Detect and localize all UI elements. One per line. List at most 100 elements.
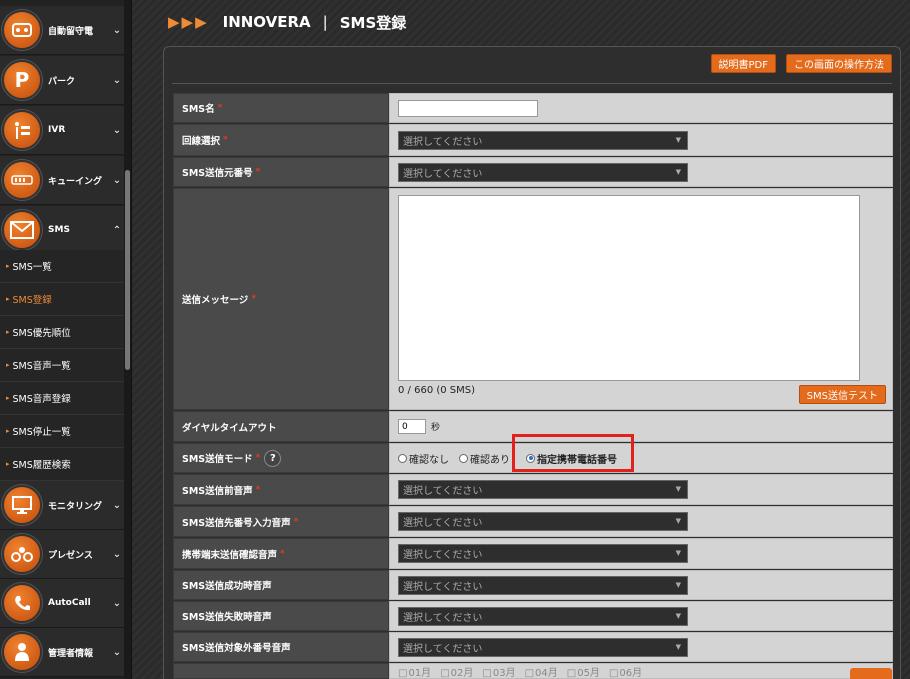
radio-confirm[interactable]: 確認あり [459, 451, 510, 466]
field-label: 回線選択 * [173, 124, 389, 156]
sidebar-item-sms-list[interactable]: ▸ SMS一覧 [0, 250, 124, 283]
field-label: SMS送信先番号入力音声 * [173, 506, 389, 537]
fail-voice-select[interactable]: 選択してください ▼ [398, 606, 688, 626]
chevron-down-icon: ⌄ [112, 646, 122, 658]
field-value: 0 / 660 (0 SMS) SMS送信テスト [389, 188, 893, 410]
dest-voice-select[interactable]: 選択してください ▼ [398, 512, 688, 531]
row-pre-voice: SMS送信前音声 * 選択してください ▼ [173, 474, 893, 505]
sub-label: SMS一覧 [12, 262, 52, 273]
chevron-down-icon: ⌄ [112, 597, 122, 609]
month-checkbox[interactable]: 06月 [609, 664, 642, 679]
sec-unit: 秒 [431, 423, 441, 433]
sub-label: SMS音声登録 [12, 394, 71, 405]
sidebar-item-sms-priority[interactable]: ▸ SMS優先順位 [0, 316, 124, 349]
arrow-icon: ▸ [6, 427, 10, 435]
row-outside-voice: SMS送信対象外番号音声 選択してください ▼ [173, 632, 893, 662]
menu-autocall[interactable]: AutoCall ⌄ [0, 579, 124, 628]
parking-icon: P [2, 60, 42, 100]
menu-sms[interactable]: SMS ⌃ [0, 206, 124, 255]
field-value: 01月 02月 03月 04月 05月 06月 [389, 663, 893, 679]
sidebar-scrollbar[interactable] [124, 0, 131, 679]
sub-label: SMS履歴検索 [12, 460, 71, 471]
sidebar-item-sms-voice-register[interactable]: ▸ SMS音声登録 [0, 382, 124, 415]
field-label [173, 663, 389, 679]
sender-select[interactable]: 選択してください ▼ [398, 162, 688, 182]
menu-label: キューイング [48, 176, 103, 187]
message-textarea[interactable] [398, 195, 860, 381]
help-icon[interactable]: ? [264, 449, 282, 467]
chevron-down-icon: ⌄ [112, 174, 122, 186]
chevron-down-icon: ⌄ [112, 548, 122, 560]
menu-ivr[interactable]: IVR ⌄ [0, 106, 124, 155]
month-checkbox[interactable]: 03月 [482, 664, 516, 679]
arrow-icon: ▸ [6, 460, 10, 468]
field-value: 選択してください ▼ [389, 506, 893, 537]
confirm-voice-select[interactable]: 選択してください ▼ [398, 544, 688, 563]
month-checkbox[interactable]: 01月 [398, 664, 431, 679]
queue-icon [2, 160, 42, 200]
sub-label: SMS停止一覧 [12, 427, 71, 438]
field-label: 携帯端末送信確認音声 * [173, 538, 389, 569]
howto-button[interactable]: この画面の操作方法 [786, 54, 892, 73]
field-label: SMS送信対象外番号音声 [173, 632, 389, 662]
sidebar-item-sms-stop-list[interactable]: ▸ SMS停止一覧 [0, 415, 124, 448]
sub-label: SMS優先順位 [12, 328, 71, 339]
manual-pdf-button[interactable]: 説明書PDF [710, 54, 776, 73]
arrow-icon: ▸ [6, 394, 10, 402]
menu-label: プレゼンス [48, 550, 93, 561]
line-select[interactable]: 選択してください ▼ [398, 130, 688, 150]
chevron-down-icon: ⌄ [112, 499, 122, 511]
divider [172, 83, 892, 84]
month-checkbox[interactable]: 02月 [440, 664, 474, 679]
field-value: 選択してください ▼ [389, 474, 893, 505]
menu-admin[interactable]: 管理者情報 ⌄ [0, 628, 124, 677]
field-value: 選択してください ▼ [389, 538, 893, 569]
ivr-icon [2, 110, 42, 150]
field-label: SMS送信元番号 * [173, 157, 389, 187]
field-value: 選択してください ▼ [389, 570, 893, 600]
menu-label: IVR [48, 125, 66, 135]
voicemail-icon [2, 10, 42, 50]
menu-label: モニタリング [48, 501, 103, 512]
arrow-icon: ▸ [6, 262, 10, 270]
field-label: 送信メッセージ * [173, 188, 389, 410]
chevron-down-icon: ⌄ [112, 124, 122, 136]
sidebar-item-sms-register[interactable]: ▸ SMS登録 [0, 283, 124, 316]
row-dest-voice: SMS送信先番号入力音声 * 選択してください ▼ [173, 506, 893, 537]
success-voice-select[interactable]: 選択してください ▼ [398, 575, 688, 595]
row-months: 01月 02月 03月 04月 05月 06月 [173, 663, 893, 679]
field-value: 選択してください ▼ [389, 157, 893, 187]
presence-icon [2, 534, 42, 574]
sidebar-item-sms-voice-list[interactable]: ▸ SMS音声一覧 [0, 349, 124, 382]
header-separator: | [322, 13, 328, 31]
menu-label: SMS [48, 225, 70, 235]
menu-presence[interactable]: プレゼンス ⌄ [0, 530, 124, 579]
field-value [389, 93, 893, 123]
floating-button[interactable] [850, 668, 892, 679]
row-confirm-voice: 携帯端末送信確認音声 * 選択してください ▼ [173, 538, 893, 569]
menu-monitoring[interactable]: モニタリング ⌄ [0, 481, 124, 530]
triangles-icon: ▶▶▶ [168, 13, 209, 31]
sms-name-input[interactable] [398, 99, 538, 117]
field-value: 0 秒 [389, 411, 893, 442]
field-label: ダイヤルタイムアウト [173, 411, 389, 442]
menu-queue[interactable]: キューイング ⌄ [0, 156, 124, 205]
scrollbar-thumb[interactable] [125, 170, 130, 370]
outside-voice-select[interactable]: 選択してください ▼ [398, 637, 688, 657]
menu-voicemail[interactable]: 自動留守電 ⌄ [0, 6, 124, 55]
chevron-down-icon: ⌄ [112, 24, 122, 36]
radio-no-confirm[interactable]: 確認なし [398, 451, 449, 466]
field-label: SMS送信前音声 * [173, 474, 389, 505]
char-counter: 0 / 660 (0 SMS) [398, 385, 476, 396]
menu-park[interactable]: P パーク ⌄ [0, 56, 124, 105]
highlight-box [512, 434, 634, 472]
field-label: SMS送信モード *? [173, 443, 389, 473]
sub-label: SMS登録 [12, 295, 52, 306]
month-checkbox[interactable]: 04月 [525, 664, 558, 679]
dial-timeout-input[interactable]: 0 [398, 419, 426, 434]
sidebar-item-sms-history[interactable]: ▸ SMS履歴検索 [0, 448, 124, 481]
pre-voice-select[interactable]: 選択してください ▼ [398, 480, 688, 499]
sms-test-button[interactable]: SMS送信テスト [798, 385, 886, 404]
month-checkbox[interactable]: 05月 [567, 664, 600, 679]
row-sms-name: SMS名 * [173, 93, 893, 123]
